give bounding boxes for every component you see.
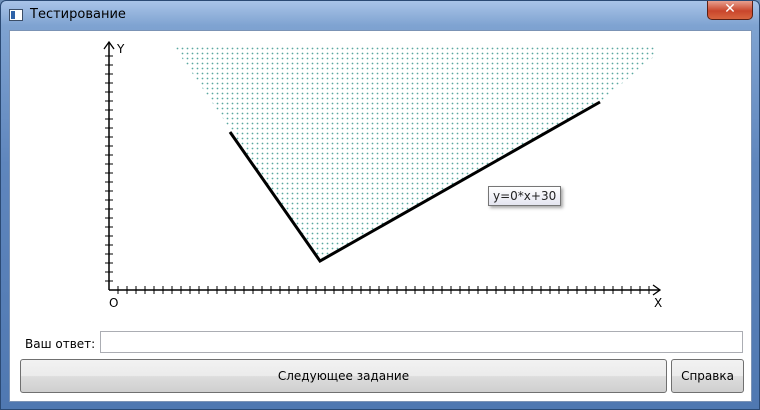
window-title: Тестирование [30,7,126,22]
origin-label: O [109,296,118,310]
next-task-button[interactable]: Следующее задание [20,359,667,393]
app-window: Тестирование ✕ Y X O y=0*x+30 Ваш ответ: [0,0,760,410]
help-button[interactable]: Справка [671,359,744,393]
x-axis-label: X [654,296,662,310]
y-axis-label: Y [116,42,125,56]
app-icon [9,9,23,21]
title-bar[interactable]: Тестирование ✕ [1,1,759,29]
function-tooltip: y=0*x+30 [488,186,562,206]
close-button[interactable]: ✕ [707,1,753,20]
graph-canvas[interactable]: Y X O [10,31,751,321]
answer-label: Ваш ответ: [25,337,96,351]
answer-input[interactable] [100,331,743,353]
client-area: Y X O y=0*x+30 Ваш ответ: Следующее зада… [9,30,752,402]
